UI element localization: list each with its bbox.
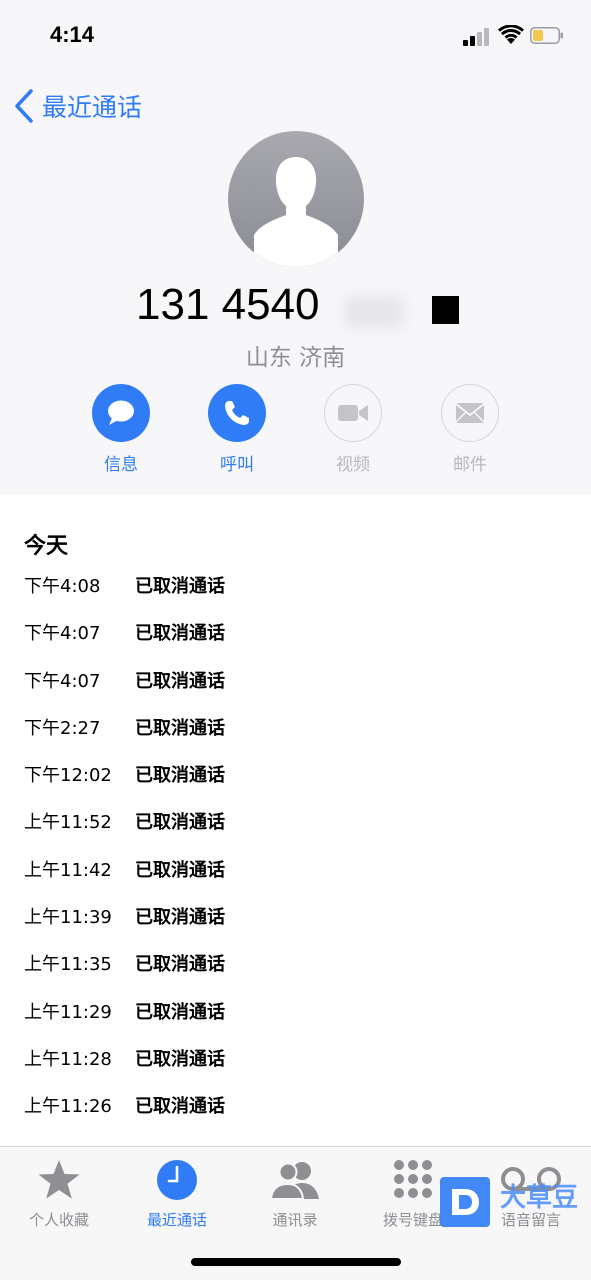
clock-icon	[157, 1160, 197, 1200]
call-row: 上午11:35 已取消通话	[24, 940, 584, 987]
call-row: 上午11:52 已取消通话	[24, 798, 584, 845]
person-silhouette-icon	[254, 157, 338, 267]
tab-favorites[interactable]: 个人收藏	[0, 1157, 118, 1230]
redacted-digits	[344, 296, 404, 328]
tab-recents[interactable]: 最近通话	[118, 1157, 236, 1230]
tab-contacts[interactable]: 通讯录	[236, 1157, 354, 1230]
message-button[interactable]: 信息	[81, 384, 161, 475]
back-label: 最近通话	[42, 93, 143, 122]
tab-label: 个人收藏	[28, 1211, 89, 1229]
avatar	[228, 131, 364, 267]
day-header: 今天	[24, 534, 69, 559]
call-time: 下午4:07	[24, 670, 101, 692]
video-label: 视频	[336, 455, 370, 475]
chevron-left-icon	[15, 89, 33, 123]
call-row: 上午11:42 已取消通话	[24, 846, 584, 893]
call-time: 上午11:29	[24, 1001, 112, 1023]
call-row: 上午11:39 已取消通话	[24, 893, 584, 940]
video-icon	[338, 405, 368, 421]
call-status: 已取消通话	[135, 907, 225, 929]
call-row: 上午11:28 已取消通话	[24, 1035, 584, 1082]
call-history-list: 下午4:08 已取消通话 下午4:07 已取消通话 下午4:07 已取消通话 下午2:…	[24, 562, 584, 1130]
call-detail-screen: 4:14 最近通话 131 4540 山东 济南 信息 呼叫 视频 邮件 今天 …	[0, 0, 591, 1280]
call-row: 上午11:29 已取消通话	[24, 988, 584, 1035]
call-row: 下午4:07 已取消通话	[24, 609, 584, 656]
call-status: 已取消通话	[135, 954, 225, 976]
call-time: 上午11:26	[24, 1096, 112, 1118]
call-status: 已取消通话	[135, 812, 225, 834]
call-status: 已取消通话	[135, 717, 225, 739]
caller-location: 山东 济南	[245, 345, 346, 371]
call-row: 下午4:08 已取消通话	[24, 562, 584, 609]
cellular-signal-icon	[463, 28, 491, 46]
back-button[interactable]: 最近通话	[12, 86, 142, 126]
tab-label: 最近通话	[146, 1211, 207, 1229]
star-icon	[38, 1160, 80, 1199]
call-row: 上午11:26 已取消通话	[24, 1082, 584, 1129]
call-row: 下午12:02 已取消通话	[24, 751, 584, 798]
call-time: 上午11:39	[24, 907, 112, 929]
battery-icon	[530, 27, 563, 44]
call-label: 呼叫	[220, 455, 254, 475]
call-status: 已取消通话	[135, 670, 225, 692]
contact-header: 最近通话 131 4540 山东 济南 信息 呼叫 视频 邮件	[0, 72, 591, 495]
mail-icon	[455, 403, 485, 423]
call-time: 下午4:07	[24, 623, 101, 645]
call-status: 已取消通话	[135, 1048, 225, 1070]
call-time: 下午4:08	[24, 576, 101, 597]
home-indicator[interactable]	[191, 1258, 401, 1266]
call-row: 下午2:27 已取消通话	[24, 704, 584, 751]
phone-number: 131 4540	[136, 280, 320, 329]
call-status: 已取消通话	[135, 1096, 225, 1118]
watermark-logo: 大草豆	[440, 1175, 585, 1255]
call-button[interactable]: 呼叫	[197, 384, 277, 475]
call-status: 已取消通话	[135, 765, 225, 787]
call-time: 上午11:42	[24, 859, 112, 881]
call-status: 已取消通话	[135, 623, 225, 645]
action-row: 信息 呼叫 视频 邮件	[0, 384, 591, 484]
call-time: 下午2:27	[24, 717, 101, 739]
call-time: 下午12:02	[24, 765, 112, 787]
call-status: 已取消通话	[135, 576, 225, 597]
mail-button[interactable]: 邮件	[430, 384, 510, 475]
logo-d-icon	[440, 1177, 490, 1227]
redaction-box	[432, 296, 459, 324]
keypad-icon	[394, 1160, 432, 1198]
wifi-icon	[498, 24, 524, 45]
call-status: 已取消通话	[135, 1001, 225, 1023]
call-row: 下午4:07 已取消通话	[24, 657, 584, 704]
status-bar: 4:14	[0, 0, 591, 72]
video-button[interactable]: 视频	[313, 384, 393, 475]
call-status: 已取消通话	[135, 859, 225, 881]
tab-label: 通讯录	[272, 1211, 318, 1229]
watermark-text: 大草豆	[500, 1183, 579, 1213]
status-time: 4:14	[50, 22, 95, 47]
call-time: 上午11:52	[24, 812, 112, 834]
mail-label: 邮件	[453, 455, 487, 475]
call-time: 上午11:35	[24, 954, 112, 976]
message-icon	[108, 400, 134, 425]
contacts-icon	[269, 1162, 319, 1200]
call-time: 上午11:28	[24, 1048, 112, 1070]
message-label: 信息	[104, 455, 138, 475]
phone-icon	[225, 401, 249, 425]
